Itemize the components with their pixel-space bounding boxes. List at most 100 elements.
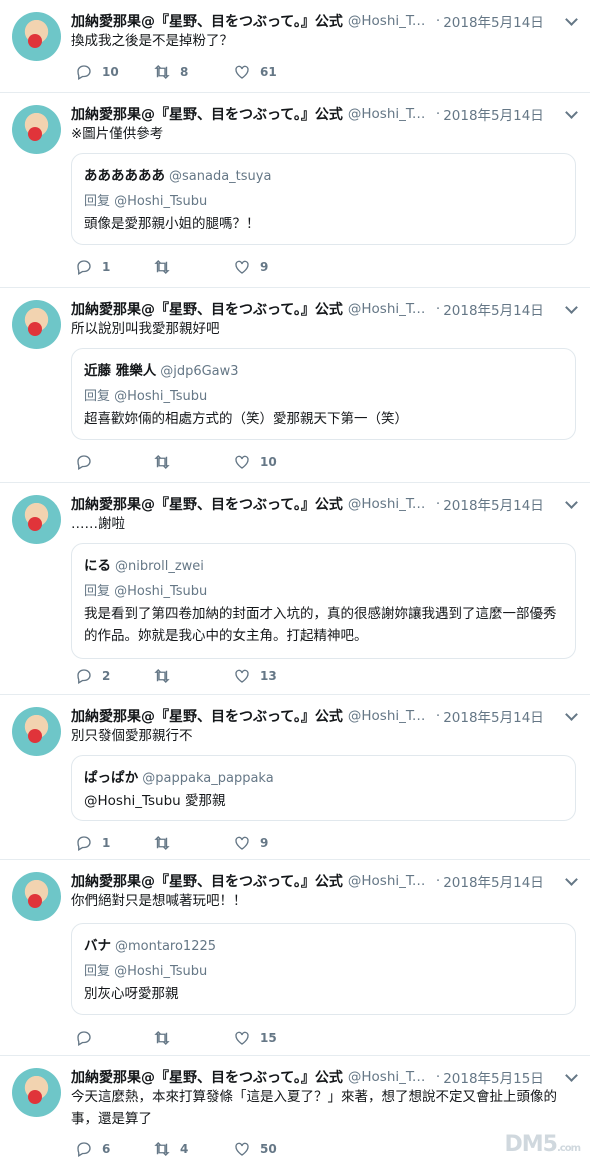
tweet-text: 別只發個愛那親行不: [71, 728, 193, 744]
reply-button[interactable]: 10: [75, 63, 119, 81]
quoted-tweet[interactable]: にる @nibroll_zwei 回复 @Hoshi_Tsubu 我是看到了第四卷…: [71, 543, 576, 659]
quote-author-name: にる: [84, 558, 111, 574]
quoted-tweet[interactable]: ぱっぱか @pappaka_pappaka @Hoshi_Tsubu 愛那親: [71, 755, 576, 821]
tweet-text: 今天這麼熱，本來打算發條「這是入夏了？」來著，想了想說不定又會扯上頭像的事，還是…: [71, 1089, 557, 1127]
like-count: 9: [260, 260, 269, 274]
retweet-count: 8: [180, 65, 189, 79]
tweet-header: 加納愛那果@『星野、目をつぶって。』公式 @Hoshi_Tsu... · 201…: [71, 706, 578, 726]
quote-text: 頭像是愛那親小姐的腿嗎？！: [84, 216, 260, 232]
tweet-date[interactable]: 2018年5月14日: [443, 11, 544, 31]
reply-button[interactable]: [75, 453, 102, 471]
like-button[interactable]: 10: [233, 453, 277, 471]
tweet-header: 加納愛那果@『星野、目をつぶって。』公式 @Hoshi_Tsu... · 201…: [71, 299, 578, 319]
quote-text: 我是看到了第四卷加納的封面才入坑的，真的很感謝妳讓我遇到了這麼一部優秀的作品。妳…: [84, 606, 557, 644]
retweet-button[interactable]: [153, 834, 180, 852]
retweet-button[interactable]: 8: [153, 63, 188, 81]
author-name[interactable]: 加納愛那果@『星野、目をつぶって。』公式: [71, 494, 343, 514]
reply-button[interactable]: 2: [75, 667, 110, 685]
author-name[interactable]: 加納愛那果@『星野、目をつぶって。』公式: [71, 11, 343, 31]
heart-icon: [235, 260, 249, 274]
avatar[interactable]: [12, 495, 61, 544]
reply-icon: [77, 836, 91, 851]
quoted-tweet[interactable]: ああああああ @sanada_tsuya 回复 @Hoshi_Tsubu 頭像是愛…: [71, 153, 576, 245]
avatar[interactable]: [12, 105, 61, 154]
like-count: 10: [260, 455, 277, 469]
chevron-down-icon[interactable]: [565, 873, 578, 886]
reply-count: 6: [102, 1142, 111, 1156]
chevron-down-icon[interactable]: [565, 496, 578, 509]
like-count: 15: [260, 1031, 277, 1045]
quote-author-handle: @jdp6Gaw3: [160, 364, 239, 379]
chevron-down-icon[interactable]: [565, 708, 578, 721]
tweet-date[interactable]: 2018年5月14日: [443, 871, 544, 891]
avatar[interactable]: [12, 300, 61, 349]
tweet-text: 你們絕對只是想喊著玩吧！！: [71, 893, 247, 909]
tweet[interactable]: 加納愛那果@『星野、目をつぶって。』公式 @Hoshi_Tsu... · 201…: [0, 1056, 590, 1167]
author-name[interactable]: 加納愛那果@『星野、目をつぶって。』公式: [71, 299, 343, 319]
like-button[interactable]: 13: [233, 667, 277, 685]
like-button[interactable]: 15: [233, 1029, 277, 1047]
chevron-down-icon[interactable]: [565, 301, 578, 314]
tweet[interactable]: 加納愛那果@『星野、目をつぶって。』公式 @Hoshi_Tsu... · 201…: [0, 0, 590, 93]
avatar[interactable]: [12, 707, 61, 756]
avatar[interactable]: [12, 872, 61, 921]
tweet[interactable]: 加納愛那果@『星野、目をつぶって。』公式 @Hoshi_Tsu... · 201…: [0, 695, 590, 860]
tweet[interactable]: 加納愛那果@『星野、目をつぶって。』公式 @Hoshi_Tsu... · 201…: [0, 93, 590, 288]
reply-button[interactable]: 1: [75, 834, 110, 852]
author-name[interactable]: 加納愛那果@『星野、目をつぶって。』公式: [71, 871, 343, 891]
quoted-tweet[interactable]: 近藤 雅樂人 @jdp6Gaw3 回复 @Hoshi_Tsubu 超喜歡妳倆的相處…: [71, 348, 576, 440]
reply-button[interactable]: [75, 1029, 102, 1047]
like-count: 61: [260, 65, 277, 79]
author-handle[interactable]: @Hoshi_Tsu...: [348, 301, 430, 317]
tweet-header: 加納愛那果@『星野、目をつぶって。』公式 @Hoshi_Tsu... · 201…: [71, 104, 578, 124]
chevron-down-icon[interactable]: [565, 106, 578, 119]
author-handle[interactable]: @Hoshi_Tsu...: [348, 13, 430, 29]
tweet[interactable]: 加納愛那果@『星野、目をつぶって。』公式 @Hoshi_Tsu... · 201…: [0, 288, 590, 483]
tweet[interactable]: 加納愛那果@『星野、目をつぶって。』公式 @Hoshi_Tsu... · 201…: [0, 860, 590, 1056]
like-count: 13: [260, 669, 277, 683]
retweet-button[interactable]: [153, 667, 180, 685]
retweet-button[interactable]: 4: [153, 1140, 188, 1158]
heart-icon: [235, 65, 249, 79]
avatar[interactable]: [12, 12, 61, 61]
like-count: 9: [260, 836, 269, 850]
tweet-date[interactable]: 2018年5月14日: [443, 299, 544, 319]
reply-button[interactable]: 1: [75, 258, 110, 276]
tweet-date[interactable]: 2018年5月14日: [443, 494, 544, 514]
author-name[interactable]: 加納愛那果@『星野、目をつぶって。』公式: [71, 1067, 343, 1087]
quote-author-name: バナ: [84, 938, 111, 954]
like-button[interactable]: 9: [233, 834, 268, 852]
avatar[interactable]: [12, 1068, 61, 1117]
reply-button[interactable]: 6: [75, 1140, 110, 1158]
author-handle[interactable]: @Hoshi_Tsu...: [348, 496, 430, 512]
retweet-button[interactable]: [153, 1029, 180, 1047]
author-handle[interactable]: @Hoshi_Tsu...: [348, 1069, 430, 1085]
quote-text: 別灰心呀愛那親: [84, 986, 179, 1002]
quote-reply-to: 回复 @Hoshi_Tsubu: [84, 194, 208, 209]
like-button[interactable]: 61: [233, 63, 277, 81]
retweet-button[interactable]: [153, 453, 180, 471]
quote-author-name: ああああああ: [84, 168, 165, 184]
author-handle[interactable]: @Hoshi_Tsu...: [348, 873, 430, 889]
author-handle[interactable]: @Hoshi_Tsu...: [348, 106, 430, 122]
tweet[interactable]: 加納愛那果@『星野、目をつぶって。』公式 @Hoshi_Tsu... · 201…: [0, 483, 590, 695]
retweet-button[interactable]: [153, 258, 180, 276]
tweet-date[interactable]: 2018年5月14日: [443, 104, 544, 124]
tweet-header: 加納愛那果@『星野、目をつぶって。』公式 @Hoshi_Tsu... · 201…: [71, 11, 578, 31]
retweet-count: 4: [180, 1142, 189, 1156]
chevron-down-icon[interactable]: [565, 13, 578, 26]
tweet-date[interactable]: 2018年5月15日: [443, 1067, 544, 1087]
chevron-down-icon[interactable]: [565, 1069, 578, 1082]
author-handle[interactable]: @Hoshi_Tsu...: [348, 708, 430, 724]
like-button[interactable]: 50: [233, 1140, 277, 1158]
quoted-tweet[interactable]: バナ @montaro1225 回复 @Hoshi_Tsubu 別灰心呀愛那親: [71, 923, 576, 1015]
quote-author-handle: @pappaka_pappaka: [142, 771, 274, 786]
like-button[interactable]: 9: [233, 258, 268, 276]
author-name[interactable]: 加納愛那果@『星野、目をつぶって。』公式: [71, 706, 343, 726]
like-count: 50: [260, 1142, 277, 1156]
retweet-icon: [154, 836, 170, 850]
tweet-date[interactable]: 2018年5月14日: [443, 706, 544, 726]
tweet-text: ※圖片僅供參考: [71, 126, 164, 142]
tweet-header: 加納愛那果@『星野、目をつぶって。』公式 @Hoshi_Tsu... · 201…: [71, 871, 578, 891]
author-name[interactable]: 加納愛那果@『星野、目をつぶって。』公式: [71, 104, 343, 124]
